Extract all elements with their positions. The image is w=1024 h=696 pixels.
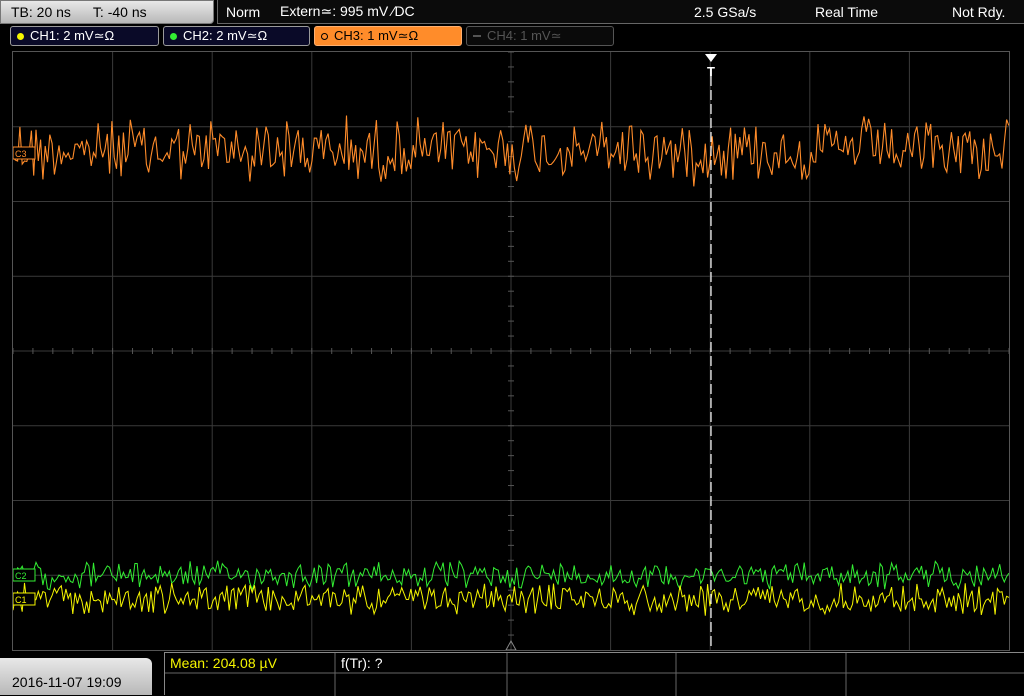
- trigger-panel[interactable]: Norm Extern≃: 995 mV ∕DC 2.5 GSa/s Real …: [217, 0, 1024, 24]
- trigger-source-label: Extern≃: 995 mV ∕DC: [280, 3, 415, 19]
- waveform-display[interactable]: T C3 C2 C1: [12, 51, 1010, 651]
- trigger-marker-label: T: [707, 64, 715, 79]
- waveform-canvas: T C3 C2 C1: [13, 52, 1009, 650]
- channel-2-dot-icon: [170, 32, 177, 40]
- channel-1-tab[interactable]: CH1: 2 mV≃Ω: [10, 26, 159, 46]
- timebase-panel[interactable]: TB: 20 ns T: -40 ns: [0, 0, 214, 24]
- channel-tabs: CH1: 2 mV≃Ω CH2: 2 mV≃Ω CH3: 1 mV≃Ω CH4:…: [10, 26, 614, 48]
- datetime-panel: 2016-11-07 19:09: [0, 658, 152, 695]
- channel-2-tab[interactable]: CH2: 2 mV≃Ω: [163, 26, 310, 46]
- trigger-mode-label: Norm: [226, 3, 261, 20]
- channel-3-label: CH3: 1 mV≃Ω: [334, 28, 419, 43]
- channel-2-offset-marker-label: C2: [15, 571, 27, 581]
- acquisition-mode-label: Real Time: [815, 3, 879, 20]
- mean-measurement[interactable]: Mean: 204.08 µV: [170, 655, 277, 671]
- timebase-label: TB: 20 ns: [11, 4, 71, 20]
- channel-1-dot-icon: [17, 32, 24, 40]
- channel-4-tab[interactable]: CH4: 1 mV≃: [466, 26, 614, 46]
- trigger-time-label: T: -40 ns: [92, 4, 147, 20]
- channel-1-offset-marker-label: C1: [15, 595, 27, 605]
- channel-4-label: CH4: 1 mV≃: [487, 28, 562, 43]
- measurement-grid: [165, 653, 1024, 696]
- channel-3-offset-marker-label: C3: [15, 149, 27, 159]
- status-label: Not Rdy.: [952, 3, 1006, 20]
- trigger-arrow-icon: [705, 54, 717, 62]
- channel-1-label: CH1: 2 mV≃Ω: [30, 28, 115, 43]
- measurement-panel: Mean: 204.08 µV f(Tr): ?: [164, 652, 1024, 696]
- sample-rate-label: 2.5 GSa/s: [694, 3, 757, 20]
- channel-3-tab[interactable]: CH3: 1 mV≃Ω: [314, 26, 462, 46]
- channel-4-off-icon: [473, 35, 481, 37]
- frequency-measurement[interactable]: f(Tr): ?: [341, 655, 382, 671]
- channel-2-label: CH2: 2 mV≃Ω: [183, 28, 268, 43]
- datetime-label: 2016-11-07 19:09: [12, 674, 122, 690]
- channel-3-dot-icon: [321, 32, 328, 40]
